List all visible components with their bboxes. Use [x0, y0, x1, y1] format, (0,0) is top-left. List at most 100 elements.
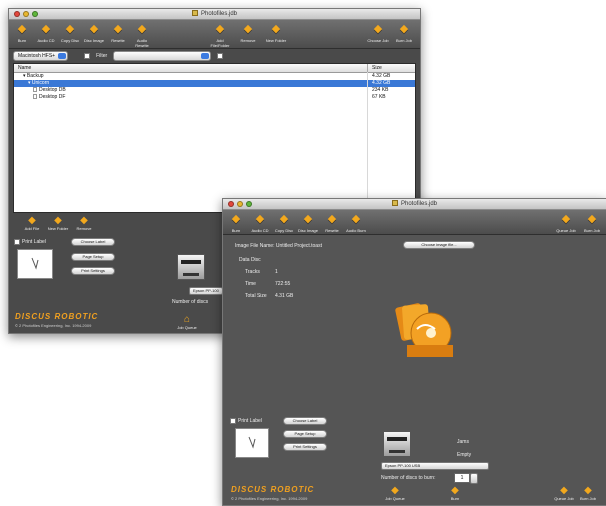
filter-checkbox[interactable]	[84, 52, 91, 59]
title-bar[interactable]: Photofiles.jdb	[223, 199, 606, 210]
toolbar-button-label: Disc Image	[83, 38, 104, 43]
remove-icon: ◆	[80, 215, 88, 226]
bottom-right-button-label: Queue Job	[554, 496, 574, 501]
page-setup-button[interactable]: Page Setup	[71, 253, 115, 261]
choose-label-button[interactable]: Choose Label	[283, 417, 327, 425]
discs-stepper[interactable]	[470, 473, 478, 484]
number-of-discs-label: Number of discs	[172, 299, 209, 305]
format-popup[interactable]: Macintosh HFS+	[13, 50, 69, 61]
printer-image	[177, 254, 205, 280]
toolbar-button-new-folder[interactable]: ◆ New Folder	[265, 23, 287, 43]
window-title: Photofiles.jdb	[223, 200, 606, 207]
info-row: Total Size 4.31 GB	[245, 293, 293, 299]
file-name: Desktop DF	[33, 94, 65, 101]
job-queue-icon: ◆	[391, 485, 399, 496]
toolbar-button-remove[interactable]: ◆ Remove	[237, 23, 259, 43]
table-row[interactable]: Desktop DF 67 KB	[14, 94, 415, 101]
file-list-header: Name Size	[14, 64, 415, 73]
file-list: Name Size ▾ Backup 4.32 GB ▾ Unicorn 4.32 G…	[13, 63, 416, 213]
toolbar-button-burn-job[interactable]: ◆ Burn Job	[393, 23, 415, 43]
copy-disc-icon: ◆	[279, 213, 289, 225]
title-bar[interactable]: Photofiles.jdb	[9, 9, 420, 20]
toolbar-button-label: Choose Job	[367, 38, 389, 43]
front-window: Photofiles.jdb ◆ Burn ◆ Audio CD ◆ Copy Disc ◆…	[222, 198, 606, 506]
column-size[interactable]: Size	[372, 64, 382, 72]
info-key: Total Size	[245, 293, 267, 299]
print-label-checkbox[interactable]	[14, 239, 20, 245]
print-label-checkbox[interactable]	[230, 418, 236, 424]
toolbar-button-add-file[interactable]: ◆ Add File/Folder	[209, 23, 231, 48]
table-row[interactable]: ▾ Unicorn 4.32 GB	[14, 80, 415, 87]
label-preview	[235, 428, 269, 458]
add-file-icon: ◆	[215, 23, 225, 35]
burn-job-icon: ◆	[587, 213, 597, 225]
choose-job-icon: ◆	[373, 23, 383, 35]
toolbar-button-label: Rewrite	[325, 228, 339, 233]
remove-icon: ◆	[243, 23, 253, 35]
status-button-burn-status[interactable]: ◆ Burn	[443, 485, 467, 501]
toolbar-button-label: Disc Image	[297, 228, 318, 233]
bottom-right-button-queue-job[interactable]: ◆ Queue Job	[553, 485, 575, 501]
toolbar-button-queue-job[interactable]: ◆ Queue Job	[555, 213, 577, 233]
audio-cd-icon: ◆	[255, 213, 265, 225]
toolbar-button-audio-cd[interactable]: ◆ Audio CD	[35, 23, 57, 43]
toolbar-button-disc-image[interactable]: ◆ Disc Image	[83, 23, 105, 43]
print-settings-button[interactable]: Print Settings	[71, 267, 115, 275]
status-button-label: Job Queue	[385, 496, 405, 501]
toolbar-button-audio-burn[interactable]: ◆ Audio Burn	[345, 213, 367, 233]
filter-option-checkbox[interactable]	[217, 52, 224, 59]
brand-logo: DISCUS ROBOTIC	[15, 312, 99, 321]
toolbar-button-copy-disc[interactable]: ◆ Copy Disc	[59, 23, 81, 43]
toolbar-button-burn-job[interactable]: ◆ Burn Job	[581, 213, 603, 233]
choose-image-button[interactable]: Choose image file...	[403, 241, 475, 249]
toolbar-button-choose-job[interactable]: ◆ Choose Job	[367, 23, 389, 43]
discs-count-field[interactable]: 1	[454, 473, 470, 483]
status-button-job-queue[interactable]: ◆ Job Queue	[383, 485, 407, 501]
info-value: 4.31 GB	[275, 293, 294, 299]
toolbar-button-burn[interactable]: ◆ Burn	[225, 213, 247, 233]
audio-cd-icon: ◆	[41, 23, 51, 35]
audio-rewrite-icon: ◆	[137, 23, 147, 35]
bottom-button-remove[interactable]: ◆ Remove	[73, 215, 95, 231]
file-name: Desktop DB	[33, 87, 66, 94]
bottom-right-button-burn-job[interactable]: ◆ Burn Job	[577, 485, 599, 501]
printer-popup[interactable]: Epson PP-100	[189, 287, 223, 295]
toolbar-button-copy-disc[interactable]: ◆ Copy Disc	[273, 213, 295, 233]
toolbar-button-rewrite[interactable]: ◆ Rewrite	[107, 23, 129, 43]
file-name-text: Backup	[26, 73, 44, 79]
page-setup-button[interactable]: Page Setup	[283, 430, 327, 438]
bottom-button-label: New Folder	[47, 226, 69, 231]
toolbar-button-label: Audio CD	[251, 228, 269, 233]
info-header: Data Disc	[239, 257, 261, 263]
add-file-icon: ◆	[28, 215, 36, 226]
table-row[interactable]: Desktop DB 234 KB	[14, 87, 415, 94]
column-name[interactable]: Name	[18, 64, 31, 72]
choose-label-button[interactable]: Choose Label	[71, 238, 115, 246]
toolbar-button-burn[interactable]: ◆ Burn	[11, 23, 33, 43]
job-queue-status[interactable]: ⌂ Job Queue	[177, 314, 197, 330]
toolbar-button-rewrite[interactable]: ◆ Rewrite	[321, 213, 343, 233]
burn-status-icon: ◆	[451, 485, 459, 496]
print-label-text: Print Label	[238, 418, 262, 424]
info-value: 1	[275, 269, 278, 275]
toolbar-button-audio-cd[interactable]: ◆ Audio CD	[249, 213, 271, 233]
burn-icon: ◆	[17, 23, 27, 35]
burn-job-icon: ◆	[399, 23, 409, 35]
burn-job-icon: ◆	[584, 485, 592, 496]
rewrite-icon: ◆	[327, 213, 337, 225]
toolbar-button-label: Burn Job	[583, 228, 600, 233]
info-key: Tracks	[245, 269, 260, 275]
printer-popup[interactable]: Epson PP-100 USB	[381, 462, 489, 470]
print-settings-button[interactable]: Print Settings	[283, 443, 327, 451]
filter-popup[interactable]	[113, 50, 212, 61]
rewrite-icon: ◆	[113, 23, 123, 35]
format-row: Macintosh HFS+ Filter	[13, 50, 416, 61]
toolbar-button-disc-image[interactable]: ◆ Disc Image	[297, 213, 319, 233]
toolbar-button-label: Remove	[240, 38, 256, 43]
table-row[interactable]: ▾ Backup 4.32 GB	[14, 73, 415, 80]
info-key: Time	[245, 281, 256, 287]
printer-status-jams: Jams	[457, 439, 469, 445]
bottom-button-add-file[interactable]: ◆ Add File	[21, 215, 43, 231]
toolbar-button-audio-rewrite[interactable]: ◆ Audio Rewrite	[131, 23, 153, 48]
bottom-button-new-folder[interactable]: ◆ New Folder	[47, 215, 69, 231]
